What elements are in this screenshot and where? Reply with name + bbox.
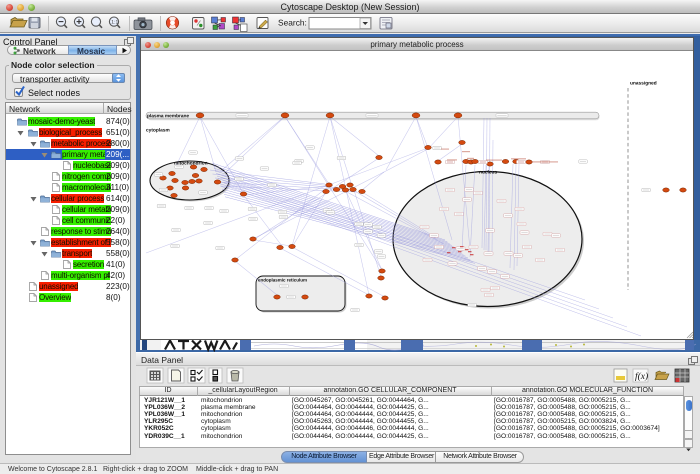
svg-text:Search:: Search:	[278, 18, 307, 28]
svg-text:1:1: 1:1	[111, 20, 118, 26]
svg-text:f(x): f(x)	[635, 372, 648, 382]
